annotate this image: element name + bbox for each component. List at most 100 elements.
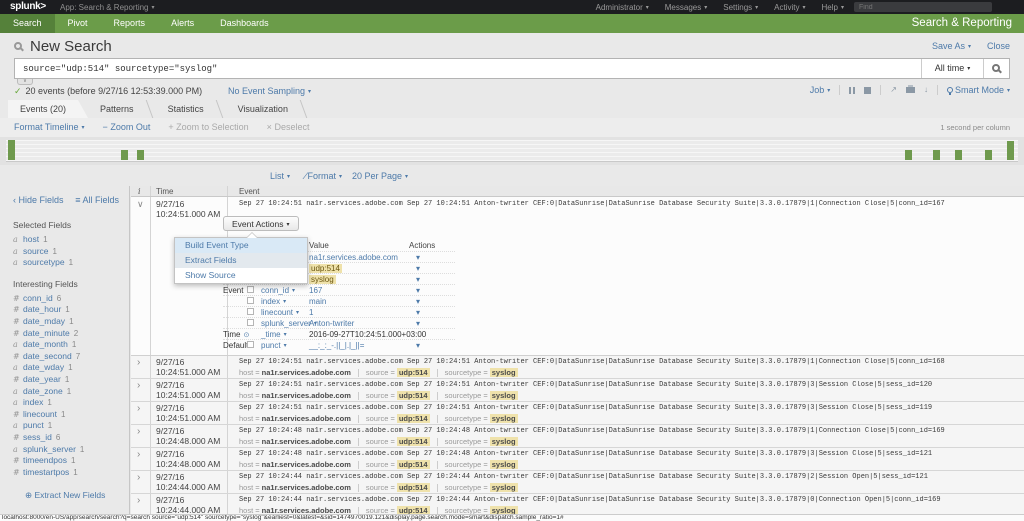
pause-icon[interactable] — [849, 87, 855, 94]
deselect-button[interactable]: × Deselect — [267, 122, 310, 132]
field-link-conn-id[interactable]: conn_id — [23, 293, 53, 303]
timeline-bar[interactable] — [137, 150, 144, 160]
expand-event-icon[interactable]: › — [137, 403, 140, 414]
field-tag-value-sourcetype[interactable]: syslog — [490, 391, 518, 400]
field-actions-host[interactable]: ▾ — [416, 253, 420, 262]
find-input[interactable] — [854, 2, 992, 12]
run-search-button[interactable] — [983, 59, 1009, 78]
field-name-time[interactable]: _time▾ — [261, 330, 287, 339]
field-name-linecount[interactable]: linecount▾ — [261, 308, 299, 317]
menu-item-extract-fields[interactable]: Extract Fields — [175, 253, 307, 268]
close-button[interactable]: Close — [987, 41, 1010, 51]
format-timeline-menu[interactable]: Format Timeline▾ — [14, 122, 85, 132]
field-value-source[interactable]: udp:514 — [309, 264, 342, 273]
field-link-splunk-server[interactable]: splunk_server — [23, 444, 76, 454]
save-as-button[interactable]: Save As▾ — [932, 41, 971, 51]
timeline-bar[interactable] — [1007, 141, 1014, 160]
field-actions-splunk-server[interactable]: ▾ — [416, 319, 420, 328]
expand-event-icon[interactable]: › — [137, 449, 140, 460]
field-tag-value-source[interactable]: udp:514 — [397, 460, 430, 469]
field-link-host[interactable]: host — [23, 234, 39, 244]
zoom-out-button[interactable]: − Zoom Out — [103, 122, 151, 132]
field-link-source[interactable]: source — [23, 246, 49, 256]
field-actions-linecount[interactable]: ▾ — [416, 308, 420, 317]
tab-visualization[interactable]: Visualization — [226, 100, 310, 118]
nav-item-alerts[interactable]: Alerts — [158, 14, 207, 33]
field-value-conn-id[interactable]: 167 — [309, 286, 322, 295]
field-tag-value-source[interactable]: udp:514 — [397, 437, 430, 446]
field-link-timestartpos[interactable]: timestartpos — [23, 467, 69, 477]
timeline-bar[interactable] — [905, 150, 912, 160]
expand-event-icon[interactable]: › — [137, 426, 140, 437]
timeline-bar[interactable] — [955, 150, 962, 160]
tab-patterns[interactable]: Patterns — [88, 100, 156, 118]
time-range-picker[interactable]: All time▾ — [921, 59, 983, 78]
field-link-date-hour[interactable]: date_hour — [23, 304, 61, 314]
field-link-punct[interactable]: punct — [23, 420, 44, 430]
field-tag-value-sourcetype[interactable]: syslog — [490, 437, 518, 446]
field-link-timeendpos[interactable]: timeendpos — [23, 455, 67, 465]
field-tag-value-host[interactable]: na1r.services.adobe.com — [262, 483, 351, 492]
field-tag-value-host[interactable]: na1r.services.adobe.com — [262, 414, 351, 423]
field-link-date-mday[interactable]: date_mday — [23, 316, 65, 326]
print-icon[interactable] — [906, 87, 915, 93]
field-value-punct[interactable]: __:_:_-.||_|.|_||= — [309, 341, 364, 350]
tab-statistics[interactable]: Statistics — [156, 100, 226, 118]
field-checkbox-index[interactable] — [247, 297, 254, 304]
topbar-menu-activity[interactable]: Activity▾ — [774, 3, 805, 12]
hide-fields-button[interactable]: ‹ Hide Fields — [13, 195, 64, 205]
field-value-splunk-server[interactable]: Anton-twriter — [309, 319, 354, 328]
event-actions-button[interactable]: Event Actions▾ — [223, 216, 299, 231]
field-link-date-minute[interactable]: date_minute — [23, 328, 70, 338]
menu-item-show-source[interactable]: Show Source — [175, 268, 307, 283]
field-tag-value-source[interactable]: udp:514 — [397, 414, 430, 423]
field-tag-value-source[interactable]: udp:514 — [397, 391, 430, 400]
field-tag-value-sourcetype[interactable]: syslog — [490, 414, 518, 423]
field-link-sess-id[interactable]: sess_id — [23, 432, 52, 442]
expand-event-icon[interactable]: › — [137, 380, 140, 391]
tab-events-20[interactable]: Events (20) — [8, 100, 88, 118]
per-page-menu[interactable]: 20 Per Page▾ — [352, 171, 408, 181]
expand-event-icon[interactable]: › — [137, 495, 140, 506]
timeline-bar[interactable] — [933, 150, 940, 160]
field-name-punct[interactable]: punct▾ — [261, 341, 287, 350]
field-checkbox-linecount[interactable] — [247, 308, 254, 315]
zoom-to-selection-button[interactable]: + Zoom to Selection — [168, 122, 248, 132]
field-link-date-zone[interactable]: date_zone — [23, 386, 63, 396]
timeline-bar[interactable] — [8, 140, 15, 160]
export-icon[interactable]: ↓ — [924, 86, 928, 94]
topbar-menu-settings[interactable]: Settings▾ — [723, 3, 758, 12]
all-fields-button[interactable]: ≡ All Fields — [75, 195, 119, 205]
topbar-menu-messages[interactable]: Messages▾ — [665, 3, 707, 12]
field-tag-value-sourcetype[interactable]: syslog — [490, 483, 518, 492]
field-tag-value-host[interactable]: na1r.services.adobe.com — [262, 460, 351, 469]
timeline-bar[interactable] — [985, 150, 992, 160]
field-name-conn-id[interactable]: conn_id▾ — [261, 286, 295, 295]
field-tag-value-source[interactable]: udp:514 — [397, 368, 430, 377]
app-context-menu[interactable]: App: Search & Reporting▾ — [60, 3, 155, 12]
collapse-event-icon[interactable]: ∨ — [137, 199, 144, 210]
topbar-menu-help[interactable]: Help▾ — [822, 3, 844, 12]
format-menu[interactable]: ⁄Format▾ — [305, 171, 342, 181]
field-checkbox-splunk-server[interactable] — [247, 319, 254, 326]
field-link-date-month[interactable]: date_month — [23, 339, 68, 349]
field-actions-source[interactable]: ▾ — [416, 264, 420, 273]
topbar-menu-administrator[interactable]: Administrator▾ — [596, 3, 649, 12]
field-actions-conn-id[interactable]: ▾ — [416, 286, 420, 295]
expand-event-icon[interactable]: › — [137, 357, 140, 368]
nav-item-reports[interactable]: Reports — [101, 14, 159, 33]
search-mode-menu[interactable]: Smart Mode▾ — [947, 85, 1010, 95]
field-value-linecount[interactable]: 1 — [309, 308, 313, 317]
timeline-plot[interactable] — [6, 140, 1018, 162]
field-checkbox-punct[interactable] — [247, 341, 254, 348]
job-menu[interactable]: Job▾ — [810, 85, 831, 95]
expand-event-icon[interactable]: › — [137, 472, 140, 483]
nav-item-pivot[interactable]: Pivot — [55, 14, 101, 33]
field-name-index[interactable]: index▾ — [261, 297, 286, 306]
field-link-linecount[interactable]: linecount — [23, 409, 57, 419]
field-tag-value-host[interactable]: na1r.services.adobe.com — [262, 368, 351, 377]
nav-item-search[interactable]: Search — [0, 14, 55, 33]
field-value-sourcetype[interactable]: syslog — [309, 275, 336, 284]
field-tag-value-source[interactable]: udp:514 — [397, 483, 430, 492]
field-checkbox-conn-id[interactable] — [247, 286, 254, 293]
